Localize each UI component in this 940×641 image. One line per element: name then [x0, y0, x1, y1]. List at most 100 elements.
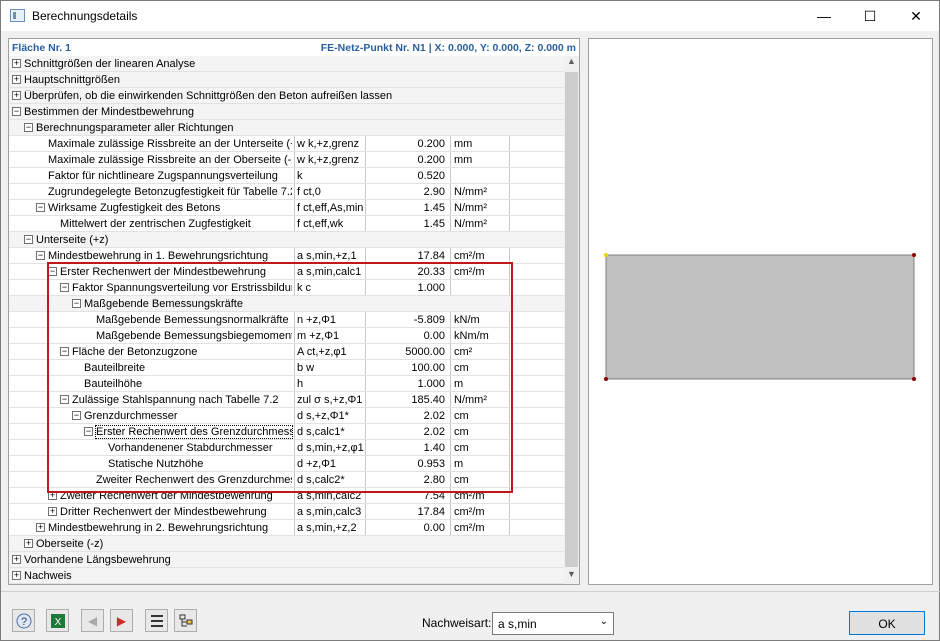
row-label: Dritter Rechenwert der Mindestbewehrung [60, 506, 267, 518]
collapse-icon[interactable]: − [36, 251, 45, 260]
row-value: 0.200 [365, 152, 449, 167]
minimize-button[interactable]: — [801, 1, 847, 31]
help-icon: ? [16, 613, 31, 628]
row-label: Mittelwert der zentrischen Zugfestigkeit [60, 218, 251, 230]
row-unit: N/mm² [450, 200, 510, 215]
expand-icon[interactable]: + [24, 539, 33, 548]
row-label: Schnittgrößen der linearen Analyse [24, 58, 196, 70]
collapse-icon[interactable]: − [12, 107, 21, 116]
row-unit: mm [450, 152, 510, 167]
table-row[interactable]: + Nachweis [9, 568, 564, 584]
row-label: Vorhandene Längsbewehrung [24, 554, 171, 566]
row-value: 0.520 [365, 168, 449, 183]
table-row[interactable]: Maximale zulässige Rissbreite an der Obe… [9, 152, 564, 168]
expand-icon[interactable]: + [48, 507, 57, 516]
corner-node [604, 253, 608, 257]
table-row[interactable]: + Mindestbewehrung in 2. Bewehrungsrichtu… [9, 520, 564, 536]
window-icon [10, 9, 25, 22]
row-value: 0.00 [365, 520, 449, 535]
cross-section-shape [605, 254, 915, 380]
row-symbol: f ct,eff,As,min [294, 200, 364, 215]
row-value: 17.84 [365, 248, 449, 263]
table-row[interactable]: Maximale zulässige Rissbreite an der Unt… [9, 136, 564, 152]
expand-icon[interactable]: + [12, 59, 21, 68]
excel-export-button[interactable]: X [46, 609, 69, 632]
list-view-button[interactable] [145, 609, 168, 632]
maximize-button[interactable]: ☐ [847, 1, 893, 31]
row-unit: cm²/m [450, 504, 510, 519]
table-row[interactable]: + Oberseite (-z) [9, 536, 564, 552]
nachweisart-value: a s,min [498, 617, 537, 631]
row-label: Berechnungsparameter aller Richtungen [36, 122, 234, 134]
next-button[interactable]: ▶ [110, 609, 133, 632]
table-row[interactable]: − Wirksame Zugfestigkeit des Betons f ct,e… [9, 200, 564, 216]
surface-label: Fläche Nr. 1 [12, 42, 71, 54]
mesh-point-label: FE-Netz-Punkt Nr. N1 | X: 0.000, Y: 0.00… [320, 42, 576, 54]
row-label: Mindestbewehrung in 2. Bewehrungsrichtun… [48, 522, 269, 534]
row-label: Oberseite (-z) [36, 538, 104, 550]
row-label: Hauptschnittgrößen [24, 74, 120, 86]
collapse-icon[interactable]: − [36, 203, 45, 212]
table-row[interactable]: − Berechnungsparameter aller Richtungen [9, 120, 564, 136]
table-row[interactable]: + Schnittgrößen der linearen Analyse [9, 56, 564, 72]
row-symbol: f ct,eff,wk [294, 216, 364, 231]
details-tree-panel: Fläche Nr. 1 FE-Netz-Punkt Nr. N1 | X: 0… [8, 38, 580, 585]
chevron-down-icon: ⌄ [599, 616, 608, 627]
row-label: Überprüfen, ob die einwirkenden Schnittg… [24, 90, 393, 102]
title-bar: Berechnungsdetails — ☐ ✕ [1, 1, 939, 31]
table-row[interactable]: + Überprüfen, ob die einwirkenden Schnitt… [9, 88, 564, 104]
scrollbar-thumb[interactable] [565, 72, 578, 567]
row-symbol: k [294, 168, 364, 183]
row-label: Maximale zulässige Rissbreite an der Obe… [48, 154, 292, 166]
close-button[interactable]: ✕ [893, 1, 939, 31]
table-row[interactable]: Zugrundegelegte Betonzugfestigkeit für T… [9, 184, 564, 200]
expand-icon[interactable]: + [12, 91, 21, 100]
scroll-up-icon[interactable]: ▲ [564, 56, 579, 71]
svg-text:X: X [54, 617, 61, 628]
row-label: Faktor für nichtlineare Zugspannungsvert… [48, 170, 278, 182]
scroll-down-icon[interactable]: ▼ [564, 569, 579, 584]
row-label: Bestimmen der Mindestbewehrung [24, 106, 194, 118]
tree-icon [179, 614, 192, 626]
table-row[interactable]: + Dritter Rechenwert der Mindestbewehrung… [9, 504, 564, 520]
table-row[interactable]: + Hauptschnittgrößen [9, 72, 564, 88]
expand-icon[interactable]: + [12, 571, 21, 580]
expand-icon[interactable]: + [12, 555, 21, 564]
svg-text:?: ? [20, 616, 26, 628]
collapse-icon[interactable]: − [24, 123, 33, 132]
previous-button[interactable]: ◀ [81, 609, 104, 632]
highlight-frame [47, 262, 513, 493]
section-preview [604, 253, 916, 381]
expand-icon[interactable]: + [12, 75, 21, 84]
table-row[interactable]: − Bestimmen der Mindestbewehrung [9, 104, 564, 120]
tree-view-button[interactable] [174, 609, 197, 632]
collapse-icon[interactable]: − [24, 235, 33, 244]
help-button[interactable]: ? [12, 609, 35, 632]
corner-node [912, 377, 916, 381]
row-label: Zugrundegelegte Betonzugfestigkeit für T… [48, 186, 292, 198]
list-icon [150, 614, 163, 627]
row-label: Wirksame Zugfestigkeit des Betons [48, 202, 221, 214]
nachweisart-label: Nachweisart: [422, 616, 492, 630]
row-value: 17.84 [365, 504, 449, 519]
expand-icon[interactable]: + [36, 523, 45, 532]
row-symbol: w k,+z,grenz [294, 152, 364, 167]
dialog-window: Berechnungsdetails — ☐ ✕ Fläche Nr. 1 FE… [0, 0, 940, 641]
table-row[interactable]: Mittelwert der zentrischen Zugfestigkeit… [9, 216, 564, 232]
table-row[interactable]: + Vorhandene Längsbewehrung [9, 552, 564, 568]
ok-button[interactable]: OK [849, 611, 925, 635]
arrow-right-icon: ▶ [116, 613, 127, 628]
nachweisart-select[interactable]: a s,min ⌄ [492, 612, 614, 635]
footer-divider [1, 591, 940, 592]
row-symbol: a s,min,+z,1 [294, 248, 364, 263]
row-value: 1.45 [365, 200, 449, 215]
row-unit: mm [450, 136, 510, 151]
section-preview-panel [588, 38, 933, 585]
row-unit: cm²/m [450, 248, 510, 263]
corner-node [604, 377, 608, 381]
row-unit: cm²/m [450, 520, 510, 535]
vertical-scrollbar[interactable]: ▲ ▼ [564, 56, 579, 584]
table-row[interactable]: Faktor für nichtlineare Zugspannungsvert… [9, 168, 564, 184]
panel-header: Fläche Nr. 1 FE-Netz-Punkt Nr. N1 | X: 0… [9, 39, 579, 56]
table-row[interactable]: − Unterseite (+z) [9, 232, 564, 248]
